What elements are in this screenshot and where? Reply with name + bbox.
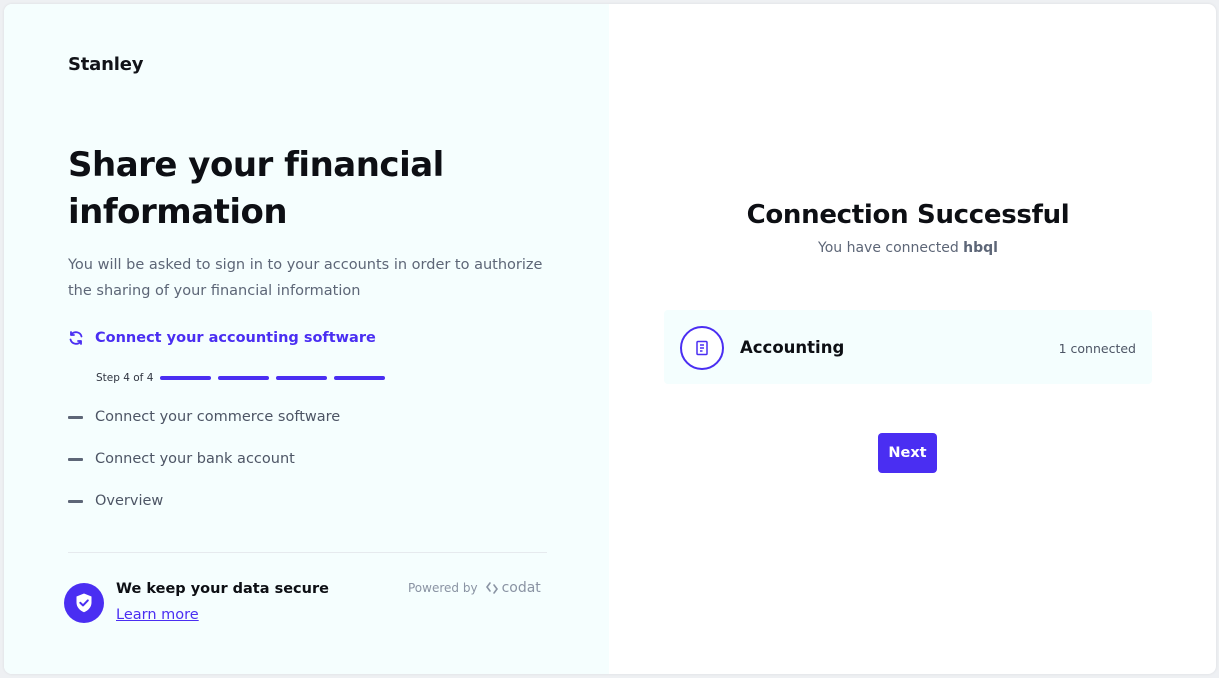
- divider: [68, 552, 547, 553]
- step-count: Step 4 of 4: [96, 372, 154, 384]
- sync-icon: [69, 331, 83, 345]
- onboarding-card: Stanley Share your financial information…: [4, 4, 1216, 674]
- brand-logo: Stanley: [68, 54, 144, 75]
- step-accounting-active: Connect your accounting software: [68, 330, 376, 346]
- progress-segment: [334, 376, 386, 380]
- next-button[interactable]: Next: [878, 433, 937, 473]
- step-label: Connect your bank account: [95, 451, 295, 467]
- secure-title: We keep your data secure: [116, 581, 329, 597]
- dash-icon: [68, 499, 83, 503]
- connection-row-accounting: Accounting 1 connected: [664, 310, 1152, 384]
- step-bank: Connect your bank account: [68, 451, 295, 467]
- connection-label: Accounting: [740, 338, 845, 357]
- progress-segment: [276, 376, 328, 380]
- left-panel: Stanley Share your financial information…: [4, 4, 609, 674]
- step-overview: Overview: [68, 493, 163, 509]
- powered-by: Powered by codat: [408, 580, 541, 596]
- codat-logo-text: codat: [501, 580, 541, 596]
- step-label: Connect your commerce software: [95, 409, 341, 425]
- step-progress: Step 4 of 4: [96, 372, 392, 384]
- subtitle-prefix: You have connected: [818, 240, 959, 256]
- progress-segment: [160, 376, 212, 380]
- connected-company-name: hbql: [963, 240, 998, 256]
- page-title: Share your financial information: [68, 145, 444, 232]
- step-label: Connect your accounting software: [95, 330, 376, 346]
- document-icon: [680, 326, 724, 370]
- dash-icon: [68, 415, 83, 419]
- connection-count: 1 connected: [1058, 341, 1136, 356]
- learn-more-link[interactable]: Learn more: [116, 607, 199, 623]
- step-commerce: Connect your commerce software: [68, 409, 340, 425]
- codat-logo-icon: [485, 582, 498, 594]
- powered-by-label: Powered by: [408, 581, 478, 595]
- connection-title: Connection Successful: [746, 200, 1070, 230]
- shield-check-icon: [64, 583, 104, 623]
- dash-icon: [68, 457, 83, 461]
- progress-segment: [218, 376, 270, 380]
- connection-subtitle: You have connected hbql: [664, 240, 1152, 256]
- intro-text: You will be asked to sign in to your acc…: [68, 257, 543, 299]
- step-label: Overview: [95, 493, 164, 509]
